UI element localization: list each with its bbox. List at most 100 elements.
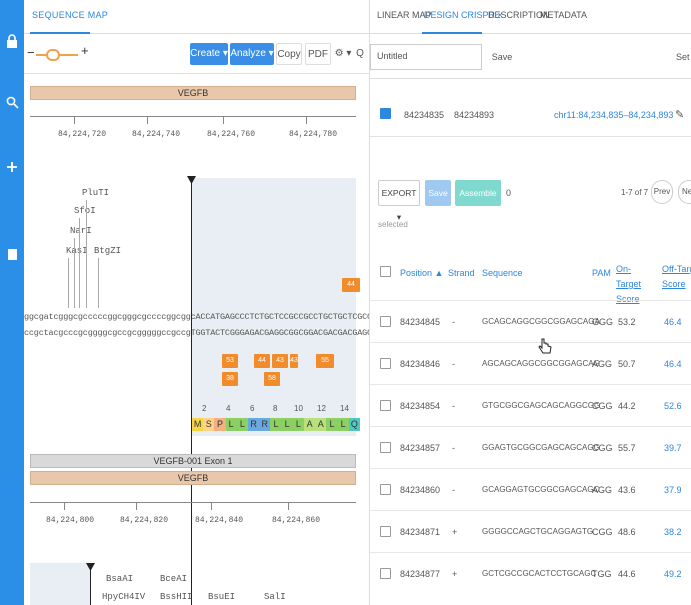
- search-icon[interactable]: [3, 96, 21, 114]
- row-on-target: 43.6: [618, 485, 636, 495]
- row-sequence: GCAGGAGTGCGGCGAGCAGC: [482, 485, 600, 494]
- guide-marker[interactable]: 55: [316, 354, 334, 368]
- table-row[interactable]: 84234860 - GCAGGAGTGCGGCGAGCAGC AGG 43.6 37.9: [370, 468, 691, 510]
- row-off-target[interactable]: 39.7: [664, 443, 682, 453]
- row-off-target[interactable]: 49.2: [664, 569, 682, 579]
- guide-name-input[interactable]: Untitled: [370, 44, 482, 70]
- pdf-button[interactable]: PDF: [305, 43, 331, 65]
- enzyme-label[interactable]: PluTI: [82, 188, 109, 198]
- row-pam: AGG: [592, 359, 613, 369]
- enzyme-label[interactable]: BsuEI: [208, 592, 235, 602]
- row-off-target[interactable]: 46.4: [664, 359, 682, 369]
- row-off-target[interactable]: 52.6: [664, 401, 682, 411]
- row-pam: TGG: [592, 569, 612, 579]
- cursor-line[interactable]: [191, 178, 192, 605]
- row-off-target[interactable]: 37.9: [664, 485, 682, 495]
- row-checkbox[interactable]: [380, 526, 391, 537]
- enzyme-label[interactable]: BsaAI: [106, 574, 133, 584]
- row-checkbox[interactable]: [380, 568, 391, 579]
- guide-marker[interactable]: 44: [254, 354, 270, 368]
- row-checkbox[interactable]: [380, 316, 391, 327]
- export-dropdown[interactable]: EXPORT ▾: [378, 180, 420, 222]
- lock-icon[interactable]: [3, 34, 21, 52]
- row-sequence: GGAGTGCGGCGAGCAGCAGG: [482, 443, 600, 452]
- row-on-target: 48.6: [618, 527, 636, 537]
- name-save-button[interactable]: Save: [484, 44, 520, 70]
- enzyme-label[interactable]: NarI: [70, 226, 92, 236]
- table-row[interactable]: 84234845 - GCAGCAGGCGGCGGAGCAGA GGG 53.2 46.4: [370, 300, 691, 342]
- row-on-target: 44.6: [618, 569, 636, 579]
- row-checkbox[interactable]: [380, 442, 391, 453]
- sequence-forward[interactable]: ggcgatcgggcgcccccggcgggcgccccggcggcACCAT…: [24, 312, 369, 322]
- enzyme-cut-line: [98, 258, 99, 308]
- page-info: 1-7 of 7: [621, 188, 649, 197]
- guide-marker[interactable]: 44: [342, 278, 360, 292]
- next-button[interactable]: Ne: [678, 180, 691, 204]
- row-off-target[interactable]: 38.2: [664, 527, 682, 537]
- select-all-checkbox[interactable]: [380, 266, 391, 277]
- divider: [370, 78, 691, 79]
- sequence-map-panel: SEQUENCE MAP − + Create ▾ Analyze ▾ Copy…: [24, 0, 369, 605]
- table-row[interactable]: 84234871 + GGGGCCAGCTGCAGGAGTG CGG 48.6 38.2: [370, 510, 691, 552]
- tab-metadata[interactable]: METADATA: [540, 10, 587, 20]
- copy-button[interactable]: Copy: [276, 43, 302, 65]
- settings-dropdown[interactable]: ⚙ ▾: [332, 43, 354, 65]
- edit-icon[interactable]: ✎: [675, 108, 684, 121]
- guide-marker[interactable]: 43: [272, 354, 288, 368]
- right-tab-bar: LINEAR MAP DESIGN CRISPR × DESCRIPTION M…: [370, 0, 691, 34]
- column-sequence[interactable]: Sequence: [482, 268, 523, 278]
- guide-marker[interactable]: 53: [222, 354, 238, 368]
- aa-number: 12: [317, 404, 326, 413]
- guide-marker[interactable]: 38: [222, 372, 238, 386]
- row-position: 84234854: [400, 401, 441, 411]
- sequence-reverse[interactable]: ccgctacgcccgcggggcgccgcgggggccgccgTGGTAC…: [24, 328, 369, 338]
- gene-track-top[interactable]: VEGFB: [30, 86, 356, 100]
- guides-save-button[interactable]: Save: [425, 180, 451, 206]
- analyze-button[interactable]: Analyze ▾: [230, 43, 274, 65]
- row-checkbox[interactable]: [380, 400, 391, 411]
- amino-acid-cell: L: [337, 418, 349, 431]
- ruler-top: [30, 116, 356, 117]
- enzyme-label[interactable]: SfoI: [74, 206, 96, 216]
- ruler-coord: 84,224,760: [207, 130, 256, 139]
- row-checkbox[interactable]: [380, 358, 391, 369]
- column-off-target[interactable]: Off-Target Score: [662, 262, 691, 292]
- settings-button[interactable]: Set: [676, 44, 691, 70]
- table-row[interactable]: 84234846 - AGCAGCAGGCGGCGGAGCAG AGG 50.7 46.4: [370, 342, 691, 384]
- enzyme-label[interactable]: BssHII: [160, 592, 192, 602]
- search-button[interactable]: Q: [354, 43, 366, 65]
- tab-sequence-map[interactable]: SEQUENCE MAP: [32, 10, 108, 20]
- table-row[interactable]: 84234857 - GGAGTGCGGCGAGCAGCAGG CGG 55.7 39.7: [370, 426, 691, 468]
- ruler-coord: 84,224,860: [272, 516, 321, 525]
- amino-acid-cell: R: [248, 418, 260, 431]
- zoom-out-icon[interactable]: −: [27, 45, 35, 60]
- assemble-button[interactable]: Assemble: [455, 180, 501, 206]
- column-pam[interactable]: PAM: [592, 268, 611, 278]
- enzyme-label[interactable]: SalI: [264, 592, 286, 602]
- prev-button[interactable]: Prev: [651, 180, 673, 204]
- column-position[interactable]: Position ▲: [400, 268, 443, 278]
- enzyme-label[interactable]: HpyCH4IV: [102, 592, 145, 602]
- table-row[interactable]: 84234854 - GTGCGGCGAGCAGCAGGCGG CGG 44.2 52.6: [370, 384, 691, 426]
- row-pam: CGG: [592, 401, 613, 411]
- region-checkbox[interactable]: [380, 108, 391, 119]
- zoom-slider-handle[interactable]: [46, 49, 60, 61]
- add-icon[interactable]: [3, 160, 21, 178]
- enzyme-label[interactable]: BceAI: [160, 574, 187, 584]
- zoom-in-icon[interactable]: +: [81, 43, 89, 58]
- exon-track[interactable]: VEGFB-001 Exon 1: [30, 454, 356, 468]
- guide-marker[interactable]: 58: [264, 372, 280, 386]
- amino-acid-cell: L: [281, 418, 293, 431]
- guide-marker[interactable]: 43: [290, 354, 298, 368]
- region-link[interactable]: chr11:84,234,835–84,234,893: [554, 110, 673, 120]
- row-off-target[interactable]: 46.4: [664, 317, 682, 327]
- document-icon[interactable]: [3, 248, 21, 266]
- guides-table-header: Position ▲ Strand Sequence PAM On-Target…: [370, 254, 691, 304]
- enzyme-label[interactable]: BtgZI: [94, 246, 121, 256]
- column-strand[interactable]: Strand: [448, 268, 475, 278]
- table-row[interactable]: 84234877 + GCTCGCCGCACTCCTGCAGC TGG 44.6 49.2: [370, 552, 691, 594]
- create-button[interactable]: Create ▾: [190, 43, 228, 65]
- enzyme-label[interactable]: KasI: [66, 246, 88, 256]
- row-checkbox[interactable]: [380, 484, 391, 495]
- gene-track-bottom[interactable]: VEGFB: [30, 471, 356, 485]
